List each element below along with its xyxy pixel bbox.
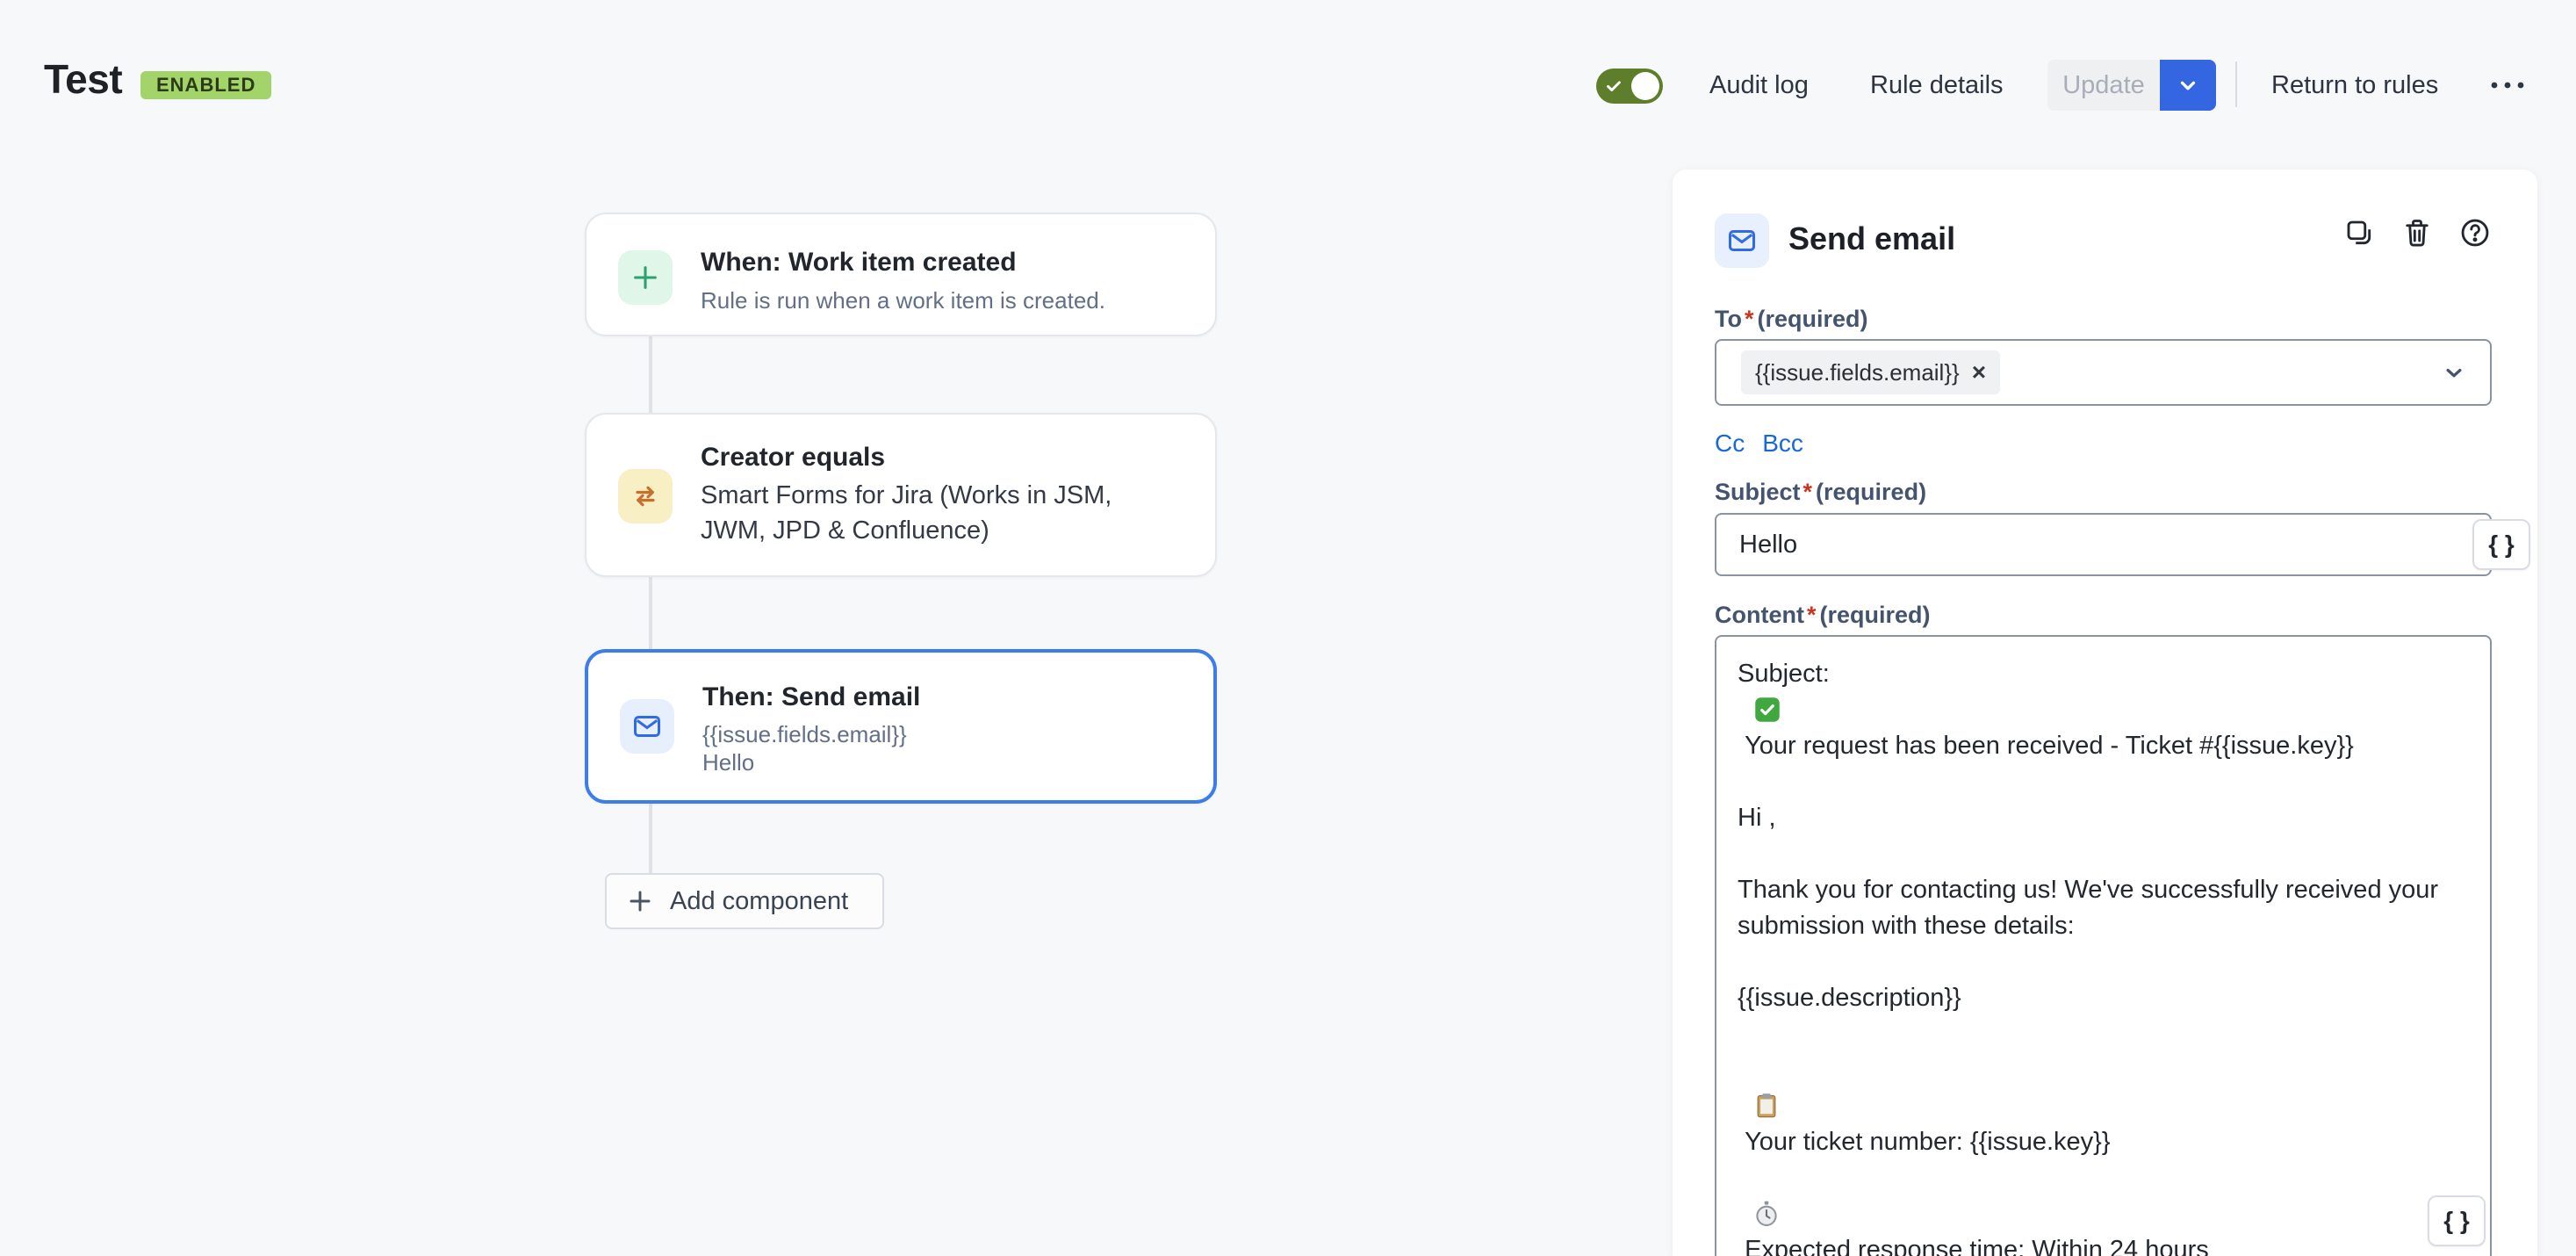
cc-link[interactable]: Cc <box>1715 429 1745 458</box>
rule-enabled-toggle[interactable] <box>1596 69 1663 104</box>
ellipsis-icon <box>2488 79 2527 91</box>
node-subtitle: Hello <box>702 748 754 776</box>
node-subtitle: Rule is run when a work item is created. <box>701 283 1105 318</box>
content-line <box>1738 764 2469 800</box>
email-icon <box>1715 213 1769 268</box>
copy-icon <box>2343 217 2375 249</box>
condition-node[interactable]: Creator equals Smart Forms for Jira (Wor… <box>585 413 1217 577</box>
action-node-selected[interactable]: Then: Send email {{issue.fields.email}} … <box>585 649 1217 804</box>
clipboard-emoji <box>1754 1093 1779 1119</box>
content-line <box>1738 836 2469 872</box>
trash-icon <box>2401 217 2433 249</box>
cc-bcc-links: Cc Bcc <box>1715 429 1803 458</box>
duplicate-button[interactable] <box>2342 216 2376 249</box>
content-line <box>1738 944 2469 980</box>
insert-variable-button[interactable]: { } <box>2428 1195 2486 1246</box>
required-asterisk: * <box>1803 479 1813 505</box>
return-to-rules-button[interactable]: Return to rules <box>2271 70 2438 100</box>
remove-chip-button[interactable]: × <box>1972 360 1986 385</box>
toggle-knob <box>1631 72 1659 100</box>
subject-field-label: Subject*(required) <box>1715 479 1926 506</box>
trigger-node[interactable]: When: Work item created Rule is run when… <box>585 213 1217 336</box>
add-component-label: Add component <box>670 887 848 916</box>
chevron-down-icon <box>2441 359 2467 386</box>
rule-details-button[interactable]: Rule details <box>1870 70 2004 100</box>
content-line: Hi , <box>1738 800 2469 836</box>
node-title: Creator equals <box>701 443 885 473</box>
subject-field[interactable]: Hello <box>1715 513 2492 576</box>
node-title: Then: Send email <box>702 682 920 712</box>
chevron-down-icon <box>2177 74 2199 97</box>
required-asterisk: * <box>1745 306 1754 332</box>
insert-variable-button[interactable]: { } <box>2472 519 2530 570</box>
node-subtitle: Smart Forms for Jira (Works in JSM, JWM,… <box>701 478 1175 548</box>
more-actions-button[interactable] <box>2488 74 2527 97</box>
add-component-button[interactable]: Add component <box>605 873 884 929</box>
help-button[interactable] <box>2458 216 2492 249</box>
panel-actions <box>2342 216 2492 249</box>
delete-button[interactable] <box>2400 216 2434 249</box>
subject-value: Hello <box>1739 531 1797 559</box>
update-button[interactable]: Update <box>2047 60 2160 111</box>
node-title: When: Work item created <box>701 248 1017 278</box>
check-icon <box>1604 76 1623 96</box>
toolbar-divider <box>2235 61 2237 107</box>
panel-title: Send email <box>1788 220 1955 257</box>
automation-rule-builder: Test ENABLED Audit log Rule details Upda… <box>0 0 2576 1256</box>
bcc-link[interactable]: Bcc <box>1762 429 1803 458</box>
to-dropdown-button[interactable] <box>2441 359 2467 386</box>
required-asterisk: * <box>1807 602 1817 628</box>
check-emoji <box>1754 697 1781 723</box>
content-line: {{issue.description}} <box>1738 980 2469 1016</box>
to-field-label: To*(required) <box>1715 306 1868 333</box>
question-circle-icon <box>2459 217 2491 249</box>
content-line: Thank you for contacting us! We've succe… <box>1738 872 2469 944</box>
plus-icon <box>618 250 673 305</box>
to-field[interactable]: {{issue.fields.email}} × <box>1715 339 2492 406</box>
content-line <box>1738 1016 2469 1052</box>
content-line: Expected response time: Within 24 hours <box>1738 1160 2469 1256</box>
page-title: Test <box>44 55 122 103</box>
audit-log-button[interactable]: Audit log <box>1709 70 1809 100</box>
plus-icon <box>626 887 654 915</box>
status-badge: ENABLED <box>140 71 271 99</box>
update-dropdown-button[interactable] <box>2160 60 2216 111</box>
chip-label: {{issue.fields.email}} <box>1755 359 1960 386</box>
node-subtitle: {{issue.fields.email}} <box>702 720 907 748</box>
send-email-config-panel: Send email To*(required) {{issue.fields.… <box>1673 170 2537 1256</box>
content-line: Your ticket number: {{issue.key}} <box>1738 1052 2469 1160</box>
content-field-label: Content*(required) <box>1715 602 1931 629</box>
content-line: Subject: Your request has been received … <box>1738 656 2469 764</box>
update-split-button: Update <box>2047 60 2216 111</box>
content-textarea[interactable]: Subject: Your request has been received … <box>1715 635 2492 1256</box>
email-icon <box>620 699 674 754</box>
swap-arrows-icon <box>618 469 673 523</box>
recipient-chip: {{issue.fields.email}} × <box>1741 350 2000 394</box>
stopwatch-emoji <box>1754 1201 1779 1227</box>
